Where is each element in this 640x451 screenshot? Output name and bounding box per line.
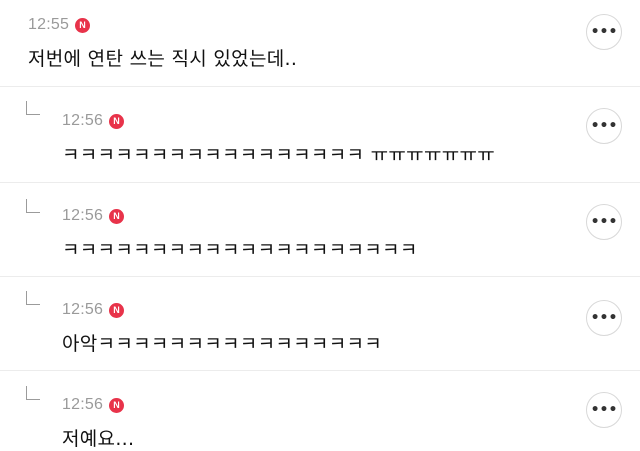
comment-text: 저예요...: [62, 428, 135, 450]
more-options-button[interactable]: •••: [586, 14, 622, 50]
new-badge-icon: N: [109, 113, 125, 129]
comment-timestamp: 12:56: [62, 396, 104, 413]
more-options-button[interactable]: •••: [586, 300, 622, 336]
comment-meta: 12:56 N: [62, 112, 125, 130]
comment-meta: 12:56 N: [62, 396, 125, 414]
comment-timestamp: 12:55: [28, 16, 70, 33]
more-options-button[interactable]: •••: [586, 204, 622, 240]
more-options-button[interactable]: •••: [586, 392, 622, 428]
comment-text: 아악ㅋㅋㅋㅋㅋㅋㅋㅋㅋㅋㅋㅋㅋㅋㅋㅋ: [62, 333, 383, 355]
reply-item: 12:56 N ㅋㅋㅋㅋㅋㅋㅋㅋㅋㅋㅋㅋㅋㅋㅋㅋㅋㅋㅋㅋ •••: [0, 183, 640, 277]
reply-arrow-icon: [26, 386, 40, 400]
comment-timestamp: 12:56: [62, 301, 104, 318]
comment-text: ㅋㅋㅋㅋㅋㅋㅋㅋㅋㅋㅋㅋㅋㅋㅋㅋㅋㅋㅋㅋ: [62, 239, 418, 261]
new-badge-icon: N: [75, 17, 91, 33]
comment-meta: 12:55 N: [28, 16, 91, 34]
new-badge-icon: N: [109, 208, 125, 224]
new-badge-icon: N: [109, 397, 125, 413]
comment-item: 12:55 N 저번에 연탄 쓰는 직시 있었는데.. •••: [0, 0, 640, 87]
reply-arrow-icon: [26, 291, 40, 305]
reply-arrow-icon: [26, 199, 40, 213]
comment-meta: 12:56 N: [62, 207, 125, 225]
reply-item: 12:56 N 아악ㅋㅋㅋㅋㅋㅋㅋㅋㅋㅋㅋㅋㅋㅋㅋㅋ •••: [0, 277, 640, 371]
comment-timestamp: 12:56: [62, 207, 104, 224]
comment-text: ㅋㅋㅋㅋㅋㅋㅋㅋㅋㅋㅋㅋㅋㅋㅋㅋㅋ ㅠㅠㅠㅠㅠㅠㅠ: [62, 144, 496, 166]
reply-item: 12:56 N 저예요... •••: [0, 371, 640, 450]
comment-timestamp: 12:56: [62, 112, 104, 129]
reply-arrow-icon: [26, 101, 40, 115]
comment-text: 저번에 연탄 쓰는 직시 있었는데..: [28, 48, 298, 70]
more-options-button[interactable]: •••: [586, 108, 622, 144]
comment-meta: 12:56 N: [62, 301, 125, 319]
new-badge-icon: N: [109, 302, 125, 318]
reply-item: 12:56 N ㅋㅋㅋㅋㅋㅋㅋㅋㅋㅋㅋㅋㅋㅋㅋㅋㅋ ㅠㅠㅠㅠㅠㅠㅠ •••: [0, 87, 640, 183]
